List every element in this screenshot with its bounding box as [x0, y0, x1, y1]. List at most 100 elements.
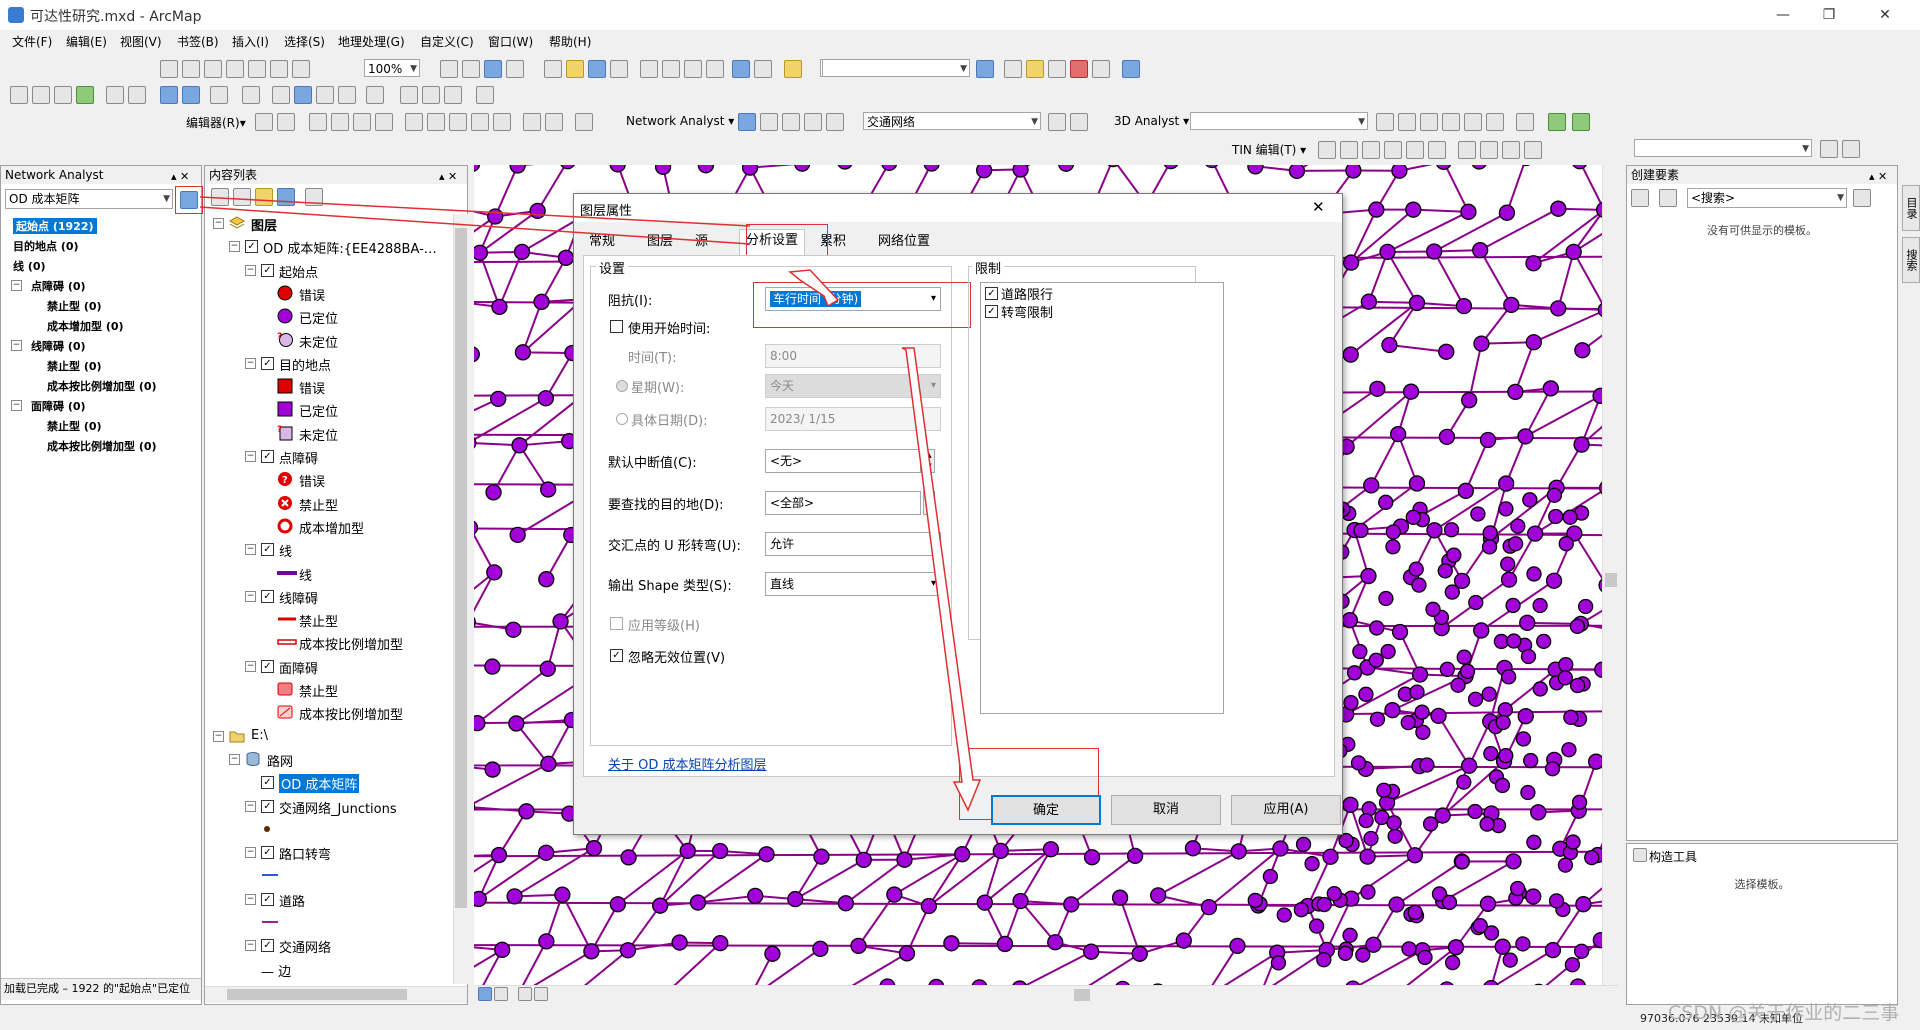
impedance-select[interactable]: 车行时间 (分钟) ▾ — [765, 287, 941, 311]
tin-edge-icon[interactable] — [1362, 141, 1380, 159]
toc-item[interactable]: 成本按比例增加型 — [205, 633, 451, 653]
map-vscroll-thumb[interactable] — [1605, 573, 1617, 587]
list-by-source-icon[interactable] — [233, 188, 251, 206]
menu-customize[interactable]: 自定义(C) — [420, 33, 474, 50]
change-layout-icon[interactable] — [506, 60, 524, 78]
template-search-input[interactable]: <搜索> ▼ — [1687, 188, 1847, 208]
table-of-contents-icon[interactable] — [1004, 60, 1022, 78]
create-network-location-icon[interactable] — [760, 113, 778, 131]
3d-analyst-menu[interactable]: 3D Analyst ▾ — [1114, 114, 1189, 128]
delete-icon[interactable] — [706, 60, 724, 78]
line-of-sight-icon[interactable] — [1420, 113, 1438, 131]
toc-item[interactable]: − ✓ 路口转弯 — [205, 843, 451, 863]
end-point-arc-icon[interactable] — [331, 113, 349, 131]
undo-icon[interactable] — [732, 60, 750, 78]
toc-item[interactable]: 禁止型 — [205, 680, 451, 700]
trace-icon[interactable] — [353, 113, 371, 131]
add-data-icon[interactable] — [784, 60, 802, 78]
edit-tool-icon[interactable] — [255, 113, 273, 131]
toc-item[interactable]: − ✓ 交通网络 — [205, 936, 451, 956]
paste-icon[interactable] — [684, 60, 702, 78]
use-hierarchy-checkbox[interactable] — [610, 617, 623, 630]
layout-tool-a-icon[interactable] — [1820, 140, 1838, 158]
toc-item[interactable]: 成本增加型 — [205, 517, 451, 537]
toc-item[interactable] — [205, 820, 451, 840]
toc-item[interactable]: − ✓ 点障碍 — [205, 447, 451, 467]
straight-segment-icon[interactable] — [309, 113, 327, 131]
filter-templates-icon[interactable] — [1659, 189, 1677, 207]
collapse-toggle-icon[interactable]: − — [11, 400, 22, 411]
contour-icon[interactable] — [1376, 113, 1394, 131]
collapse-toggle-icon[interactable]: − — [245, 847, 256, 858]
toc-item[interactable]: − ✓ 面障碍 — [205, 657, 451, 677]
measure-icon[interactable] — [366, 86, 384, 104]
organize-templates-icon[interactable] — [1631, 189, 1649, 207]
pause-drawing-icon[interactable] — [534, 987, 548, 1001]
draft-mode-icon[interactable] — [462, 60, 480, 78]
layer-visibility-checkbox[interactable]: ✓ — [261, 543, 274, 556]
collapse-toggle-icon[interactable]: − — [245, 451, 256, 462]
edit-annotation-icon[interactable] — [277, 113, 295, 131]
redo-icon[interactable] — [754, 60, 772, 78]
default-cutoff-spinner[interactable]: ▲ ▼ — [923, 449, 935, 473]
model-builder-icon[interactable] — [1122, 60, 1140, 78]
weekday-radio[interactable] — [616, 380, 628, 392]
full-extent-globe-icon[interactable] — [76, 86, 94, 104]
arcscene-icon[interactable] — [1572, 113, 1590, 131]
date-input[interactable]: 2023/ 1/15 — [765, 407, 941, 431]
toc-scroll-thumb[interactable] — [455, 228, 467, 908]
close-window-button[interactable]: ✕ — [1862, 0, 1908, 30]
tab-general[interactable]: 常规 — [583, 231, 621, 253]
weekday-select[interactable]: 今天 ▾ — [765, 374, 941, 398]
select-features-icon[interactable] — [210, 86, 228, 104]
toc-vertical-scrollbar[interactable] — [453, 214, 468, 984]
menu-insert[interactable]: 插入(I) — [232, 33, 269, 50]
menu-help[interactable]: 帮助(H) — [549, 33, 591, 50]
zoom-in-icon[interactable] — [10, 86, 28, 104]
layer-visibility-checkbox[interactable]: ✓ — [261, 800, 274, 813]
layout-view-tab-icon[interactable] — [494, 987, 508, 1001]
search-templates-icon[interactable] — [1853, 189, 1871, 207]
collapse-toggle-icon[interactable]: − — [229, 754, 240, 765]
na-layer-select[interactable]: OD 成本矩阵 ▼ — [5, 189, 173, 209]
toc-options-icon[interactable] — [305, 188, 323, 206]
toc-item[interactable]: 已定位 — [205, 307, 451, 327]
collapse-toggle-icon[interactable]: − — [245, 661, 256, 672]
time-slider-icon[interactable] — [476, 86, 494, 104]
ok-button[interactable]: 确定 — [991, 795, 1101, 825]
3d-layer-combo[interactable]: ▼ — [1190, 112, 1368, 130]
toc-hscroll-thumb[interactable] — [227, 989, 407, 1000]
toc-item[interactable]: 线 — [205, 564, 451, 584]
menu-file[interactable]: 文件(F) — [12, 33, 52, 50]
solve-icon[interactable] — [826, 113, 844, 131]
menu-view[interactable]: 视图(V) — [120, 33, 162, 50]
maximize-button[interactable]: ❐ — [1806, 0, 1852, 30]
tin-add-icon[interactable] — [1318, 141, 1336, 159]
rotate-icon[interactable] — [493, 113, 511, 131]
collapse-toggle-icon[interactable]: − — [11, 340, 22, 351]
layer-visibility-checkbox[interactable]: ✓ — [261, 846, 274, 859]
new-document-icon[interactable] — [544, 60, 562, 78]
identify-info-icon[interactable] — [294, 86, 312, 104]
back-extent-icon[interactable] — [270, 60, 288, 78]
toc-item[interactable]: ? 未定位 — [205, 331, 451, 351]
toc-item[interactable]: − ✓ 目的地点 — [205, 354, 451, 374]
layer-visibility-checkbox[interactable]: ✓ — [261, 264, 274, 277]
map-vertical-scrollbar[interactable] — [1602, 165, 1619, 985]
toc-item[interactable]: 成本按比例增加型 — [205, 703, 451, 723]
destinations-input[interactable]: <全部> — [765, 491, 921, 515]
sketch-properties-icon[interactable] — [545, 113, 563, 131]
toc-item[interactable]: 禁止型 — [205, 610, 451, 630]
catalog-icon[interactable] — [1026, 60, 1044, 78]
menu-bookmarks[interactable]: 书签(B) — [177, 33, 219, 50]
toc-item[interactable]: 禁止型 — [205, 494, 451, 514]
zoom-in-page-icon[interactable] — [160, 60, 178, 78]
select-move-location-icon[interactable] — [782, 113, 800, 131]
collapse-toggle-icon[interactable]: − — [245, 358, 256, 369]
collapse-toggle-icon[interactable]: − — [245, 801, 256, 812]
layer-visibility-checkbox[interactable]: ✓ — [261, 776, 274, 789]
find-route-icon[interactable] — [422, 86, 440, 104]
python-window-icon[interactable] — [1092, 60, 1110, 78]
tin-edit-menu[interactable]: TIN 编辑(T) ▾ — [1232, 141, 1306, 158]
html-popup-icon[interactable] — [338, 86, 356, 104]
